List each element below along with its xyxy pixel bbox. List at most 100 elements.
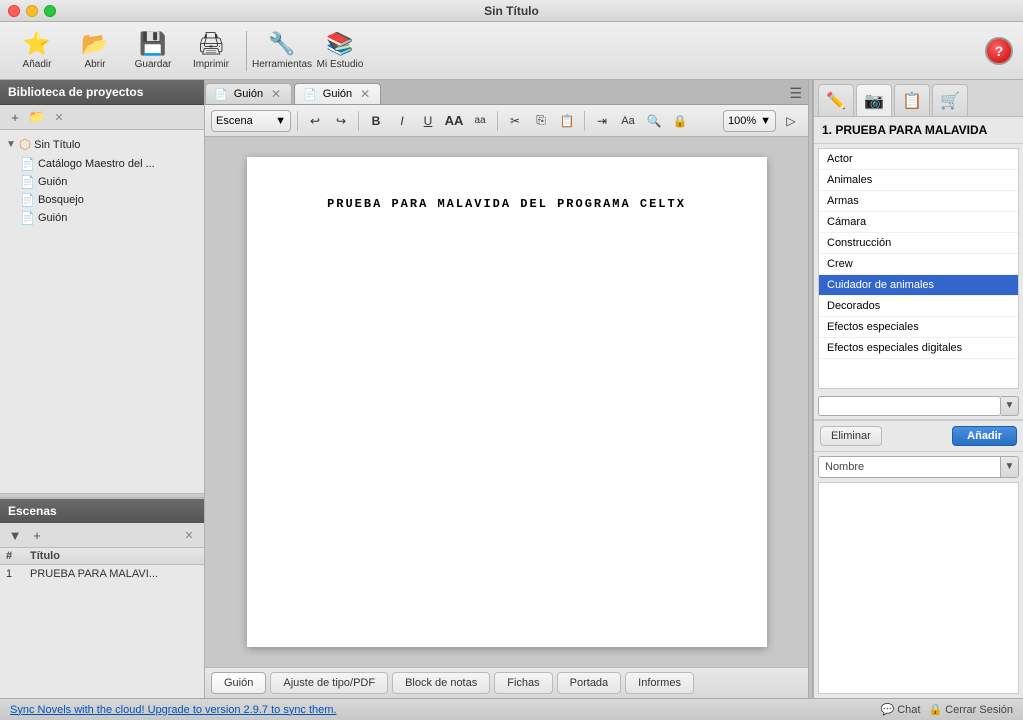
nombre-dropdown[interactable]: Nombre ▼ [818,456,1019,478]
style-select[interactable]: Escena ▼ [211,110,291,132]
tab-end: ☰ [383,83,808,104]
scene-close-btn[interactable]: ✕ [180,526,198,544]
sidebar-add-button[interactable]: + [6,108,24,126]
add-button[interactable]: ⭐ Añadir [10,26,64,76]
tab-guion[interactable]: Guión [211,672,266,694]
save-button[interactable]: 💾 Guardar [126,26,180,76]
indent-button[interactable]: ⇥ [591,110,613,132]
script-title: PRUEBA PARA MALAVIDA DEL PROGRAMA CELTX [297,197,717,211]
tools-button[interactable]: 🔧 Herramientas [255,26,309,76]
help-button[interactable]: ? [985,37,1013,65]
scene-title: PRUEBA PARA MALAVI... [30,568,198,580]
tab-1-close[interactable]: ✕ [269,87,283,101]
tab-1[interactable]: 📄 Guión ✕ [205,83,292,104]
sidebar-folder-button[interactable]: 📁 [28,108,46,126]
tab-block[interactable]: Block de notas [392,672,490,694]
bold-button[interactable]: B [365,110,387,132]
tree-item-guion1[interactable]: 📄 Guión [14,173,204,191]
tree-item-catalogo[interactable]: 📄 Catálogo Maestro del ... [14,155,204,173]
layout-toggle-button[interactable]: ▷ [780,110,802,132]
session-button[interactable]: 🔒 Cerrar Sesión [928,703,1013,716]
mystudio-label: Mi Estudio [317,59,364,70]
script-area[interactable]: PRUEBA PARA MALAVIDA DEL PROGRAMA CELTX [205,137,808,667]
right-panel-section-title: 1. PRUEBA PARA MALAVIDA [814,117,1023,144]
nombre-section: Nombre ▼ [814,452,1023,699]
close-button[interactable] [8,5,20,17]
toolbar-separator [246,31,247,71]
category-armas[interactable]: Armas [819,191,1018,212]
chat-button[interactable]: 💬 Chat [880,703,920,716]
chat-icon: 💬 [880,703,894,716]
font-small-button[interactable]: aa [469,110,491,132]
rp-tab-cart[interactable]: 🛒 [932,84,968,116]
tab-2-close[interactable]: ✕ [358,87,372,101]
sidebar-remove-button[interactable]: ✕ [50,108,68,126]
panel-toggle-icon[interactable]: ☰ [789,85,802,102]
tree-item-guion2[interactable]: 📄 Guión [14,209,204,227]
rp-tab-pencil[interactable]: ✏️ [818,84,854,116]
font-large-button[interactable]: AA [443,110,465,132]
category-construccion[interactable]: Construcción [819,233,1018,254]
upgrade-text[interactable]: Sync Novels with the cloud! Upgrade to v… [10,704,337,716]
scene-row[interactable]: 1 PRUEBA PARA MALAVI... [0,565,204,583]
cut-button[interactable]: ✂ [504,110,526,132]
main-layout: Biblioteca de proyectos + 📁 ✕ ▼ ⬡ Sin Tí… [0,80,1023,698]
tab-fichas[interactable]: Fichas [494,672,552,694]
rp-tab-doc[interactable]: 📋 [894,84,930,116]
session-icon: 🔒 [928,703,942,716]
tab-bar: 📄 Guión ✕ 📄 Guión ✕ ☰ [205,80,808,105]
tree-item-label: Guión [38,212,67,224]
print-button[interactable]: 🖨 Imprimir [184,26,238,76]
delete-button[interactable]: Eliminar [820,426,882,446]
tree-root[interactable]: ▼ ⬡ Sin Título [0,134,204,155]
scene-expand-btn[interactable]: ▼ [6,526,24,544]
tab-portada[interactable]: Portada [557,672,622,694]
main-toolbar: ⭐ Añadir 📂 Abrir 💾 Guardar 🖨 Imprimir 🔧 … [0,22,1023,80]
aa-toggle-button[interactable]: Aa [617,110,639,132]
nombre-list[interactable] [818,482,1019,695]
zoom-select[interactable]: 100% ▼ [723,110,776,132]
tab-2[interactable]: 📄 Guión ✕ [294,83,381,104]
rp-tab-camera[interactable]: 📷 [856,84,892,116]
italic-button[interactable]: I [391,110,413,132]
open-label: Abrir [84,59,105,70]
print-icon: 🖨 [197,31,225,57]
save-label: Guardar [135,59,172,70]
redo-button[interactable]: ↪ [330,110,352,132]
category-animales[interactable]: Animales [819,170,1018,191]
nombre-dropdown-arrow[interactable]: ▼ [1000,457,1018,477]
category-cuidador[interactable]: Cuidador de animales [819,275,1018,296]
minimize-button[interactable] [26,5,38,17]
category-actor[interactable]: Actor [819,149,1018,170]
maximize-button[interactable] [44,5,56,17]
tree-item-bosquejo[interactable]: 📄 Bosquejo [14,191,204,209]
format-bar: Escena ▼ ↩ ↪ B I U AA aa ✂ ⎘ 📋 ⇥ Aa 🔍 🔒 … [205,105,808,137]
lock-button[interactable]: 🔒 [669,110,691,132]
tab-ajuste[interactable]: Ajuste de tipo/PDF [270,672,388,694]
search-button[interactable]: 🔍 [643,110,665,132]
dropdown-arrow[interactable]: ▼ [1001,396,1019,416]
undo-button[interactable]: ↩ [304,110,326,132]
category-decorados[interactable]: Decorados [819,296,1018,317]
category-efectos-digitales[interactable]: Efectos especiales digitales [819,338,1018,359]
window-controls[interactable] [8,5,56,17]
script-page: PRUEBA PARA MALAVIDA DEL PROGRAMA CELTX [247,157,767,647]
scene-add-icon[interactable]: + [28,526,46,544]
paste-button[interactable]: 📋 [556,110,578,132]
mystudio-button[interactable]: 📚 Mi Estudio [313,26,367,76]
tree-item-label: Catálogo Maestro del ... [38,158,155,170]
open-button[interactable]: 📂 Abrir [68,26,122,76]
tab-informes[interactable]: Informes [625,672,694,694]
tree-folder-icon: ⬡ [19,136,31,153]
window-title: Sin Título [484,4,539,18]
mystudio-icon: 📚 [326,31,353,57]
category-camara[interactable]: Cámara [819,212,1018,233]
category-efectos[interactable]: Efectos especiales [819,317,1018,338]
doc-icon: 📄 [20,175,35,189]
add-item-button[interactable]: Añadir [952,426,1017,446]
tools-label: Herramientas [252,59,312,70]
underline-button[interactable]: U [417,110,439,132]
copy-button[interactable]: ⎘ [530,110,552,132]
category-crew[interactable]: Crew [819,254,1018,275]
category-input[interactable] [818,396,1001,416]
